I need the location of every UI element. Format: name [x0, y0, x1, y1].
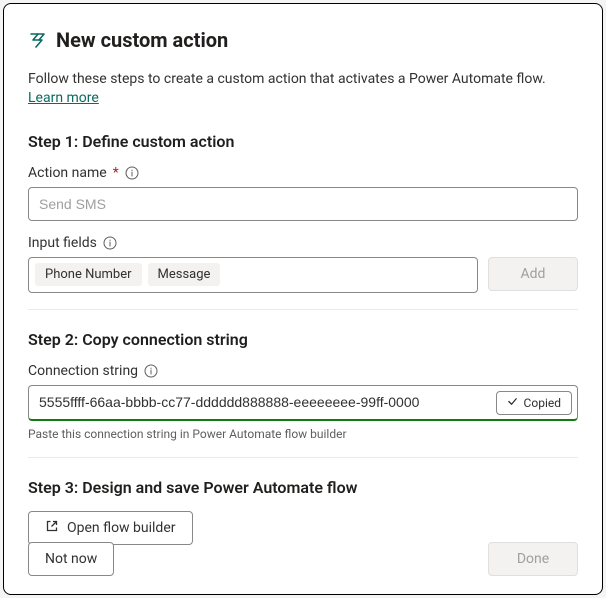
input-fields-input[interactable]: Phone Number Message [28, 257, 478, 293]
step-3-heading: Step 3: Design and save Power Automate f… [28, 478, 578, 497]
required-indicator: * [113, 165, 119, 181]
new-custom-action-dialog: New custom action Follow these steps to … [3, 3, 603, 595]
open-flow-builder-label: Open flow builder [67, 520, 176, 536]
dialog-title: New custom action [56, 28, 228, 52]
done-button: Done [488, 542, 578, 576]
open-flow-builder-button[interactable]: Open flow builder [28, 511, 193, 545]
dialog-description: Follow these steps to create a custom ac… [28, 70, 578, 108]
dialog-header: New custom action [28, 28, 578, 52]
divider [28, 457, 578, 458]
divider [28, 309, 578, 310]
copied-button[interactable]: Copied [496, 391, 572, 415]
action-name-label-text: Action name [28, 165, 107, 181]
add-button: Add [488, 257, 578, 291]
connection-string-label-text: Connection string [28, 363, 138, 379]
connection-string-hint: Paste this connection string in Power Au… [28, 427, 578, 441]
step-2-heading: Step 2: Copy connection string [28, 330, 578, 349]
action-name-label: Action name * [28, 165, 578, 181]
step-1: Step 1: Define custom action Action name… [28, 132, 578, 310]
tag-message[interactable]: Message [148, 263, 221, 286]
input-fields-label: Input fields [28, 235, 578, 251]
info-icon[interactable] [103, 236, 117, 250]
info-icon[interactable] [125, 166, 139, 180]
dialog-footer: Not now Done [28, 542, 578, 576]
tag-phone-number[interactable]: Phone Number [35, 263, 142, 286]
step-2: Step 2: Copy connection string Connectio… [28, 330, 578, 458]
check-icon [507, 396, 518, 410]
info-icon[interactable] [144, 364, 158, 378]
not-now-button[interactable]: Not now [28, 542, 114, 576]
input-fields-label-text: Input fields [28, 235, 97, 251]
description-text: Follow these steps to create a custom ac… [28, 71, 546, 87]
action-name-input[interactable] [28, 187, 578, 221]
open-external-icon [45, 519, 59, 537]
learn-more-link[interactable]: Learn more [28, 90, 99, 106]
action-icon [28, 30, 48, 50]
step-1-heading: Step 1: Define custom action [28, 132, 578, 151]
copied-label: Copied [524, 396, 561, 410]
step-3: Step 3: Design and save Power Automate f… [28, 478, 578, 545]
connection-string-label: Connection string [28, 363, 578, 379]
